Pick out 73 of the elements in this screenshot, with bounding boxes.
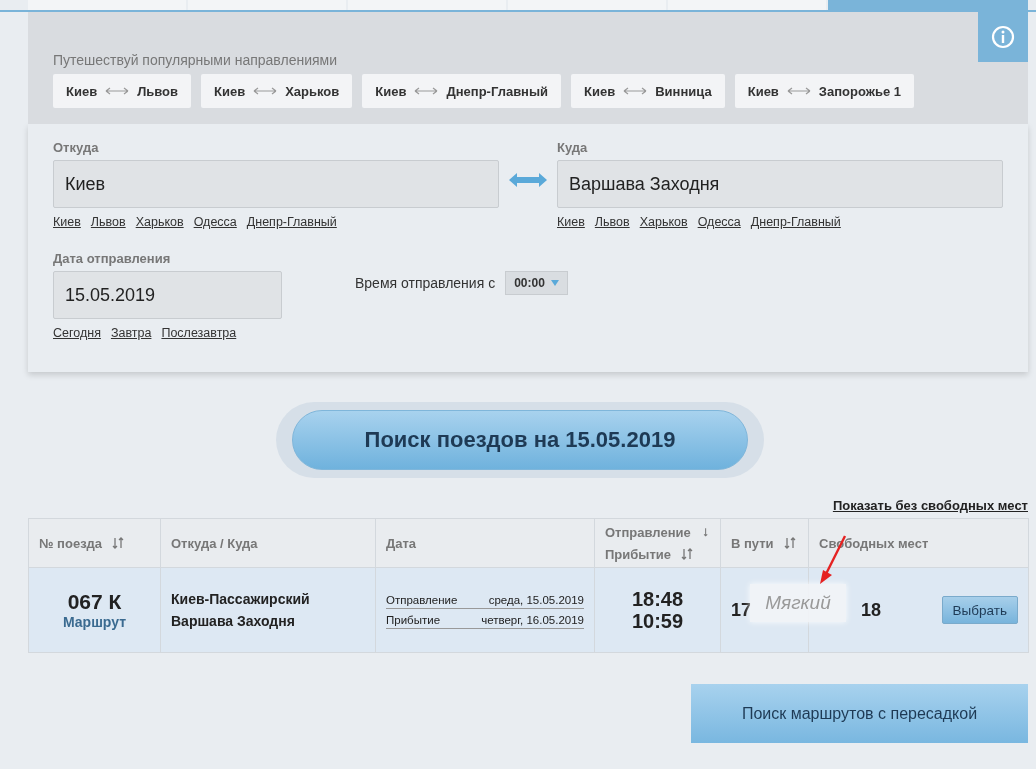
quick-link[interactable]: Послезавтра [161, 326, 237, 340]
to-station: Варшава Заходня [171, 612, 296, 631]
route-chip[interactable]: Киев Днепр-Главный [362, 74, 562, 108]
route-from: Киев [747, 83, 779, 99]
field-label: Куда [557, 140, 589, 155]
text-field[interactable]: Киев [53, 160, 499, 208]
route-from: Киев [214, 83, 246, 99]
two-way-arrow-icon [414, 87, 439, 95]
time-value: 00:00 [514, 276, 545, 290]
route-to: Винница [655, 83, 712, 99]
date-value: среда, 15.05.2019 [488, 594, 584, 606]
text-field[interactable]: Варшава Заходня [557, 160, 1003, 208]
route-to: Львов [137, 83, 179, 99]
two-way-arrow-icon [105, 87, 130, 95]
time-dropdown[interactable]: 00:00 [505, 271, 568, 295]
seat-type-tooltip: Мягкий [750, 584, 846, 622]
header-label: Дата [386, 535, 417, 551]
sort-icon[interactable] [681, 548, 693, 560]
route-chip[interactable]: Киев Харьков [201, 74, 353, 108]
quick-link[interactable]: Киев [53, 215, 81, 229]
travel-time: 17 [731, 599, 752, 620]
quick-link[interactable]: Киев [557, 215, 585, 229]
route-chip[interactable]: Киев Львов [53, 74, 192, 108]
route-link[interactable]: Маршрут [39, 614, 150, 630]
route-to: Харьков [285, 83, 340, 99]
train-number: 067 К [66, 590, 123, 614]
show-all-link[interactable]: Показать без свободных мест [832, 498, 1028, 513]
quick-link[interactable]: Завтра [110, 326, 152, 340]
date-label: Отправление [386, 594, 458, 606]
field-label: Дата отправления [53, 251, 172, 266]
quick-link[interactable]: Харьков [135, 215, 184, 229]
quick-link[interactable]: Сегодня [53, 326, 101, 340]
two-way-arrow-icon [623, 87, 648, 95]
quick-link[interactable]: Одесса [697, 215, 741, 229]
route-from: Киев [375, 83, 407, 99]
quick-link[interactable]: Харьков [639, 215, 688, 229]
two-way-arrow-icon [253, 87, 278, 95]
quick-link[interactable]: Львов [90, 215, 126, 229]
swap-arrow-icon[interactable] [509, 173, 547, 187]
date-label: Прибытие [386, 614, 441, 626]
transfer-search-button[interactable]: Поиск маршрутов с пересадкой [691, 684, 1028, 743]
select-button[interactable]: Выбрать [941, 596, 1018, 624]
time-label: Время отправления с [355, 275, 496, 291]
header-label: Прибытие [605, 546, 671, 562]
date-value: четверг, 16.05.2019 [481, 614, 584, 626]
quick-link[interactable]: Днепр-Главный [246, 215, 337, 229]
quick-link[interactable]: Днепр-Главный [750, 215, 841, 229]
route-to: Днепр-Главный [446, 83, 549, 99]
route-from: Киев [584, 83, 616, 99]
info-icon [991, 25, 1015, 49]
header-label: Откуда / Куда [171, 535, 258, 551]
route-from: Киев [66, 83, 98, 99]
header-label: В пути [731, 535, 774, 551]
header-label: № поезда [39, 535, 103, 551]
header-label: Отправление [605, 524, 691, 540]
route-chip[interactable]: Киев Запорожье 1 [734, 74, 915, 108]
departure-time: 18:48 [630, 588, 685, 610]
sort-icon[interactable] [112, 537, 125, 549]
seat-count: 18 [861, 599, 882, 621]
sort-icon[interactable] [783, 537, 796, 549]
quick-link[interactable]: Львов [594, 215, 630, 229]
section-title: Путешествуй популярными направлениями [53, 52, 338, 68]
route-chip[interactable]: Киев Винница [571, 74, 725, 108]
route-to: Запорожье 1 [818, 83, 902, 99]
two-way-arrow-icon [786, 87, 811, 95]
dropdown-caret-icon [550, 280, 559, 286]
search-trains-button[interactable]: Поиск поездов на 15.05.2019 [292, 410, 748, 470]
field-label: Откуда [53, 140, 100, 155]
text-field[interactable]: 15.05.2019 [53, 271, 282, 319]
arrival-time: 10:59 [630, 610, 685, 632]
from-station: Киев-Пассажирский [171, 590, 311, 609]
info-button[interactable] [978, 12, 1028, 62]
quick-link[interactable]: Одесса [193, 215, 237, 229]
